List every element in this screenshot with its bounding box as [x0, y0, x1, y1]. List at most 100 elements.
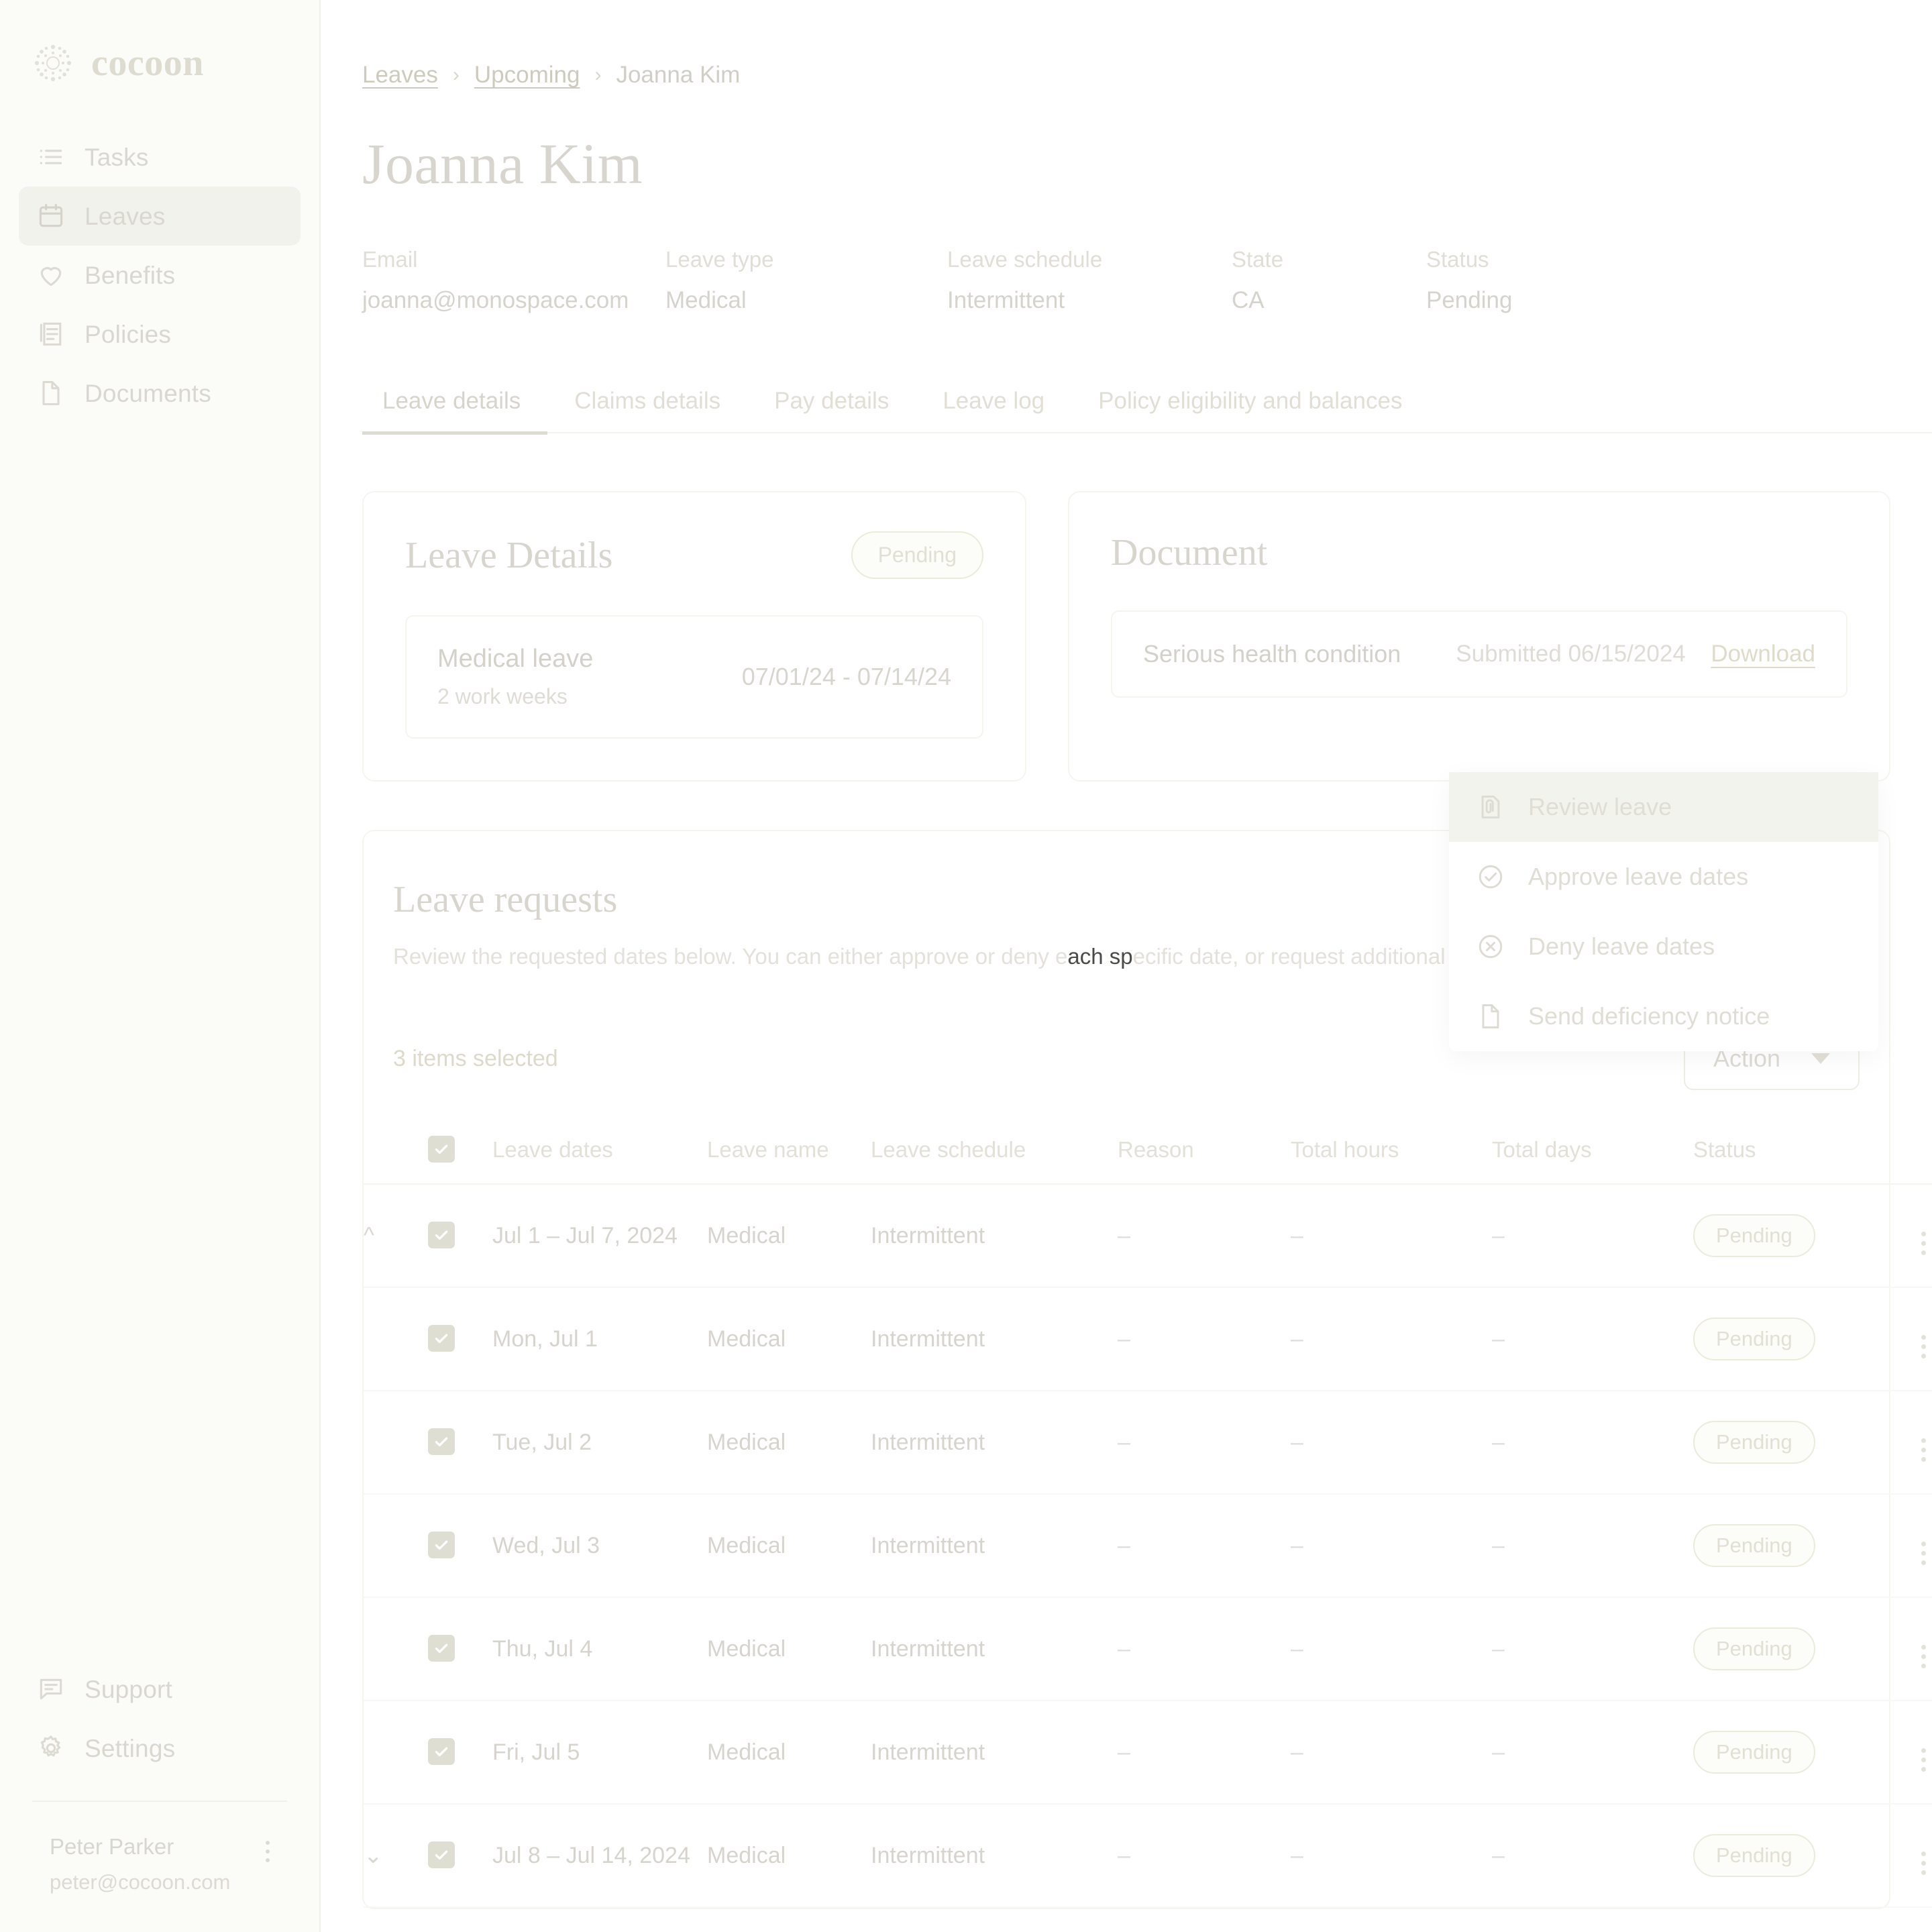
cell-leave-schedule: Intermittent	[871, 1287, 1118, 1391]
cell-actions	[1921, 1391, 1932, 1495]
breadcrumb-item-leaves[interactable]: Leaves	[362, 62, 438, 89]
cell-total-hours: –	[1291, 1701, 1492, 1805]
cell-leave-name: Medical	[707, 1184, 871, 1288]
table-header-row: Leave dates Leave name Leave schedule Re…	[364, 1121, 1932, 1185]
row-expander-cell	[364, 1597, 428, 1701]
user-email: peter@cocoon.com	[50, 1870, 231, 1894]
row-checkbox[interactable]	[428, 1635, 455, 1662]
row-checkbox[interactable]	[428, 1738, 455, 1765]
th-leave-name[interactable]: Leave name	[707, 1121, 871, 1185]
gear-icon	[36, 1733, 66, 1763]
breadcrumb: Leaves › Upcoming › Joanna Kim	[362, 62, 1890, 89]
kebab-menu-icon[interactable]	[1921, 1645, 1926, 1668]
file-icon	[1476, 1002, 1505, 1031]
heart-icon	[36, 260, 66, 290]
cell-reason: –	[1118, 1494, 1291, 1598]
description-part-1: Review the requested dates below. You ca…	[393, 944, 1068, 969]
meta-label: Email	[362, 247, 418, 272]
status-badge: Pending	[1693, 1627, 1815, 1670]
table-row[interactable]: Thu, Jul 4 Medical Intermittent – – – Pending	[364, 1597, 1932, 1701]
meta-value: Medical	[665, 287, 747, 313]
table-row[interactable]: ⌄ Jul 8 – Jul 14, 2024 Medical Intermittent…	[364, 1804, 1932, 1908]
cell-actions	[1921, 1184, 1932, 1288]
tab-policy-eligibility[interactable]: Policy eligibility and balances	[1071, 388, 1429, 433]
cell-leave-schedule: Intermittent	[871, 1804, 1118, 1908]
chevron-up-icon[interactable]: ^	[364, 1224, 374, 1247]
kebab-menu-icon[interactable]	[1921, 1335, 1926, 1358]
leave-requests-panel: Leave requests Review the requested date…	[362, 772, 1932, 1909]
status-badge: Pending	[1693, 1318, 1815, 1360]
menu-item-review-leave[interactable]: Review leave	[1449, 772, 1878, 842]
sidebar-item-benefits[interactable]: Benefits	[19, 246, 301, 305]
row-checkbox[interactable]	[428, 1325, 455, 1352]
sidebar-item-settings[interactable]: Settings	[19, 1719, 301, 1778]
th-leave-schedule[interactable]: Leave schedule	[871, 1121, 1118, 1185]
sidebar-user[interactable]: Peter Parker peter@cocoon.com	[19, 1802, 301, 1932]
brand-name: cocoon	[91, 42, 204, 84]
meta-value: Intermittent	[947, 287, 1065, 313]
download-link[interactable]: Download	[1711, 641, 1815, 667]
row-checkbox-cell	[428, 1287, 492, 1391]
brand[interactable]: cocoon	[0, 0, 319, 85]
kebab-menu-icon[interactable]	[1921, 1851, 1926, 1875]
cell-reason: –	[1118, 1184, 1291, 1288]
table-row[interactable]: Tue, Jul 2 Medical Intermittent – – – Pending	[364, 1391, 1932, 1495]
row-expander-cell	[364, 1287, 428, 1391]
document-attachment-icon	[1476, 792, 1505, 822]
th-reason[interactable]: Reason	[1118, 1121, 1291, 1185]
th-total-days[interactable]: Total days	[1492, 1121, 1693, 1185]
cell-leave-dates: Thu, Jul 4	[492, 1597, 707, 1701]
cell-actions	[1921, 1804, 1932, 1908]
sidebar-item-label: Tasks	[85, 143, 149, 171]
table-row[interactable]: Mon, Jul 1 Medical Intermittent – – – Pending	[364, 1287, 1932, 1391]
sidebar-item-documents[interactable]: Documents	[19, 364, 301, 423]
chevron-down-icon[interactable]: ⌄	[364, 1844, 383, 1867]
select-all-checkbox[interactable]	[428, 1136, 455, 1163]
cell-actions	[1921, 1597, 1932, 1701]
sidebar-item-leaves[interactable]: Leaves	[19, 186, 301, 246]
kebab-menu-icon[interactable]	[1921, 1438, 1926, 1462]
kebab-menu-icon[interactable]	[1921, 1542, 1926, 1565]
cell-leave-dates: Tue, Jul 2	[492, 1391, 707, 1495]
table-row[interactable]: Fri, Jul 5 Medical Intermittent – – – Pending	[364, 1701, 1932, 1805]
cell-reason: –	[1118, 1597, 1291, 1701]
sidebar-item-tasks[interactable]: Tasks	[19, 127, 301, 186]
document-entry-row: Serious health condition Submitted 06/15…	[1111, 610, 1847, 698]
th-status[interactable]: Status	[1693, 1121, 1921, 1185]
cell-leave-name: Medical	[707, 1701, 871, 1805]
kebab-menu-icon[interactable]	[266, 1834, 270, 1862]
meta-value: joanna@monospace.com	[362, 287, 629, 313]
sidebar: cocoon Tasks Leaves Benefits Policies Do…	[0, 0, 321, 1932]
breadcrumb-item-upcoming[interactable]: Upcoming	[474, 62, 580, 89]
sidebar-item-label: Support	[85, 1675, 172, 1703]
meta-label: Leave type	[665, 247, 774, 272]
sidebar-item-policies[interactable]: Policies	[19, 305, 301, 364]
meta-value: Pending	[1426, 287, 1513, 313]
row-checkbox[interactable]	[428, 1428, 455, 1455]
cell-leave-name: Medical	[707, 1597, 871, 1701]
th-total-hours[interactable]: Total hours	[1291, 1121, 1492, 1185]
cell-total-days: –	[1492, 1494, 1693, 1598]
tab-leave-log[interactable]: Leave log	[916, 388, 1071, 433]
tab-pay-details[interactable]: Pay details	[747, 388, 916, 433]
meta-field-state: State CA	[1232, 247, 1426, 314]
x-circle-icon	[1476, 932, 1505, 961]
menu-item-approve-leave-dates[interactable]: Approve leave dates	[1449, 842, 1878, 912]
th-leave-dates[interactable]: Leave dates	[492, 1121, 707, 1185]
table-row[interactable]: Wed, Jul 3 Medical Intermittent – – – Pending	[364, 1494, 1932, 1598]
table-row[interactable]: ^ Jul 1 – Jul 7, 2024 Medical Intermittent –…	[364, 1184, 1932, 1288]
tab-leave-details[interactable]: Leave details	[362, 388, 548, 435]
tab-claims-details[interactable]: Claims details	[547, 388, 747, 433]
kebab-menu-icon[interactable]	[1921, 1748, 1926, 1772]
meta-field-status: Status Pending	[1426, 247, 1512, 314]
menu-item-send-deficiency-notice[interactable]: Send deficiency notice	[1449, 981, 1878, 1051]
sidebar-item-label: Leaves	[85, 202, 166, 230]
cell-leave-schedule: Intermittent	[871, 1494, 1118, 1598]
row-checkbox[interactable]	[428, 1532, 455, 1558]
sidebar-item-support[interactable]: Support	[19, 1660, 301, 1719]
row-checkbox[interactable]	[428, 1222, 455, 1248]
kebab-menu-icon[interactable]	[1921, 1232, 1926, 1255]
menu-item-deny-leave-dates[interactable]: Deny leave dates	[1449, 912, 1878, 981]
row-checkbox[interactable]	[428, 1841, 455, 1868]
cell-total-hours: –	[1291, 1184, 1492, 1288]
